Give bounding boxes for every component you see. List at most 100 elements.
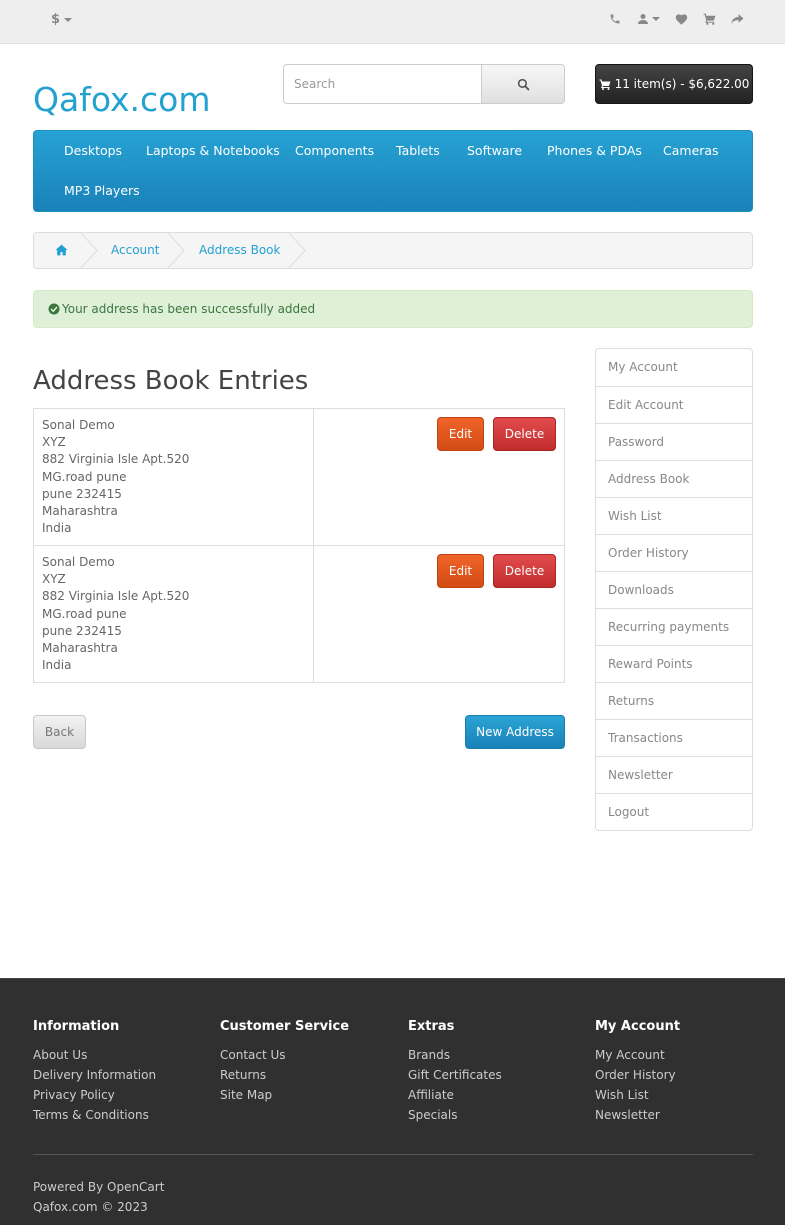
footer-link[interactable]: Newsletter: [595, 1105, 680, 1125]
search-button[interactable]: [481, 64, 565, 104]
address-line: India: [42, 658, 72, 673]
footer-column-information: Information About Us Delivery Informatio…: [33, 1019, 156, 1125]
footer-link[interactable]: Delivery Information: [33, 1065, 156, 1085]
footer-link[interactable]: Brands: [408, 1045, 502, 1065]
user-icon: [637, 14, 648, 24]
sidebar-item-newsletter[interactable]: Newsletter: [596, 756, 752, 793]
opencart-link[interactable]: OpenCart: [107, 1180, 164, 1194]
menu-item-software[interactable]: Software: [467, 143, 522, 158]
powered-by-text: Powered By: [33, 1180, 104, 1194]
address-line: MG.road pune: [42, 469, 127, 484]
copyright: Qafox.com © 2023: [33, 1200, 148, 1214]
sidebar-item-logout[interactable]: Logout: [596, 793, 752, 830]
address-row: Sonal Demo XYZ 882 Virginia Isle Apt.520…: [33, 408, 565, 546]
search-icon: [517, 78, 530, 91]
top-bar: $: [0, 0, 785, 44]
sidebar-item-returns[interactable]: Returns: [596, 682, 752, 719]
sidebar-item-edit-account[interactable]: Edit Account: [596, 386, 752, 423]
menu-item-components[interactable]: Components: [295, 143, 374, 158]
address-line: MG.road pune: [42, 606, 127, 621]
share-icon[interactable]: [729, 11, 745, 27]
currency-dropdown[interactable]: $: [51, 12, 73, 27]
caret-down-icon: [64, 17, 73, 22]
sidebar-item-address-book[interactable]: Address Book: [596, 460, 752, 497]
sidebar-item-my-account[interactable]: My Account: [596, 349, 752, 386]
footer-link[interactable]: Affiliate: [408, 1085, 502, 1105]
heart-icon[interactable]: [673, 11, 689, 27]
success-alert: Your address has been successfully added: [33, 290, 753, 328]
shopping-cart-icon: [599, 79, 611, 90]
address-line: 882 Virginia Isle Apt.520: [42, 589, 190, 604]
address-line: India: [42, 521, 72, 536]
address-line: XYZ: [42, 572, 66, 587]
cell-divider: [313, 546, 314, 682]
address-line: Maharashtra: [42, 504, 118, 519]
address-line: pune 232415: [42, 623, 122, 638]
sidebar-item-password[interactable]: Password: [596, 423, 752, 460]
account-sidebar: My Account Edit Account Password Address…: [595, 348, 753, 831]
address-line: Sonal Demo: [42, 418, 115, 432]
address-text: Sonal Demo XYZ 882 Virginia Isle Apt.520…: [42, 554, 189, 674]
footer-link[interactable]: My Account: [595, 1045, 680, 1065]
footer: Information About Us Delivery Informatio…: [0, 978, 785, 1225]
address-line: Maharashtra: [42, 641, 118, 656]
powered-by: Powered By OpenCart Qafox.com © 2023: [33, 1177, 164, 1217]
menu-item-desktops[interactable]: Desktops: [64, 143, 122, 158]
site-logo[interactable]: Qafox.com: [33, 80, 211, 119]
footer-link[interactable]: Contact Us: [220, 1045, 349, 1065]
my-account-dropdown[interactable]: [635, 11, 661, 27]
menu-item-cameras[interactable]: Cameras: [663, 143, 719, 158]
footer-heading: Extras: [408, 1019, 455, 1034]
cart-button[interactable]: 11 item(s) - $6,622.00: [595, 64, 753, 104]
edit-address-button[interactable]: Edit: [437, 417, 484, 451]
address-row: Sonal Demo XYZ 882 Virginia Isle Apt.520…: [33, 545, 565, 683]
address-line: Sonal Demo: [42, 555, 115, 569]
footer-link[interactable]: Specials: [408, 1105, 502, 1125]
footer-link[interactable]: About Us: [33, 1045, 156, 1065]
footer-link[interactable]: Gift Certificates: [408, 1065, 502, 1085]
footer-link[interactable]: Returns: [220, 1065, 349, 1085]
delete-address-button[interactable]: Delete: [493, 417, 556, 451]
footer-heading: Information: [33, 1019, 120, 1034]
main-menu: Desktops Laptops & Notebooks Components …: [33, 130, 753, 212]
currency-label: $: [51, 12, 61, 27]
footer-link[interactable]: Terms & Conditions: [33, 1105, 156, 1125]
delete-address-button[interactable]: Delete: [493, 554, 556, 588]
sidebar-item-recurring-payments[interactable]: Recurring payments: [596, 608, 752, 645]
breadcrumb-separator: [81, 233, 98, 268]
sidebar-item-reward-points[interactable]: Reward Points: [596, 645, 752, 682]
shopping-cart-icon[interactable]: [701, 11, 717, 27]
footer-column-customer-service: Customer Service Contact Us Returns Site…: [220, 1019, 349, 1105]
sidebar-item-downloads[interactable]: Downloads: [596, 571, 752, 608]
home-icon[interactable]: [55, 232, 68, 267]
caret-down-icon: [651, 17, 660, 21]
address-text: Sonal Demo XYZ 882 Virginia Isle Apt.520…: [42, 417, 189, 537]
footer-link[interactable]: Wish List: [595, 1085, 680, 1105]
back-button[interactable]: Back: [33, 715, 86, 749]
top-links: [607, 11, 745, 27]
footer-column-extras: Extras Brands Gift Certificates Affiliat…: [408, 1019, 502, 1125]
phone-icon[interactable]: [607, 11, 623, 27]
footer-divider: [33, 1154, 753, 1155]
edit-address-button[interactable]: Edit: [437, 554, 484, 588]
menu-item-laptops[interactable]: Laptops & Notebooks: [146, 143, 280, 158]
search-input[interactable]: [283, 64, 481, 104]
alert-text: Your address has been successfully added: [62, 302, 316, 316]
menu-item-phones[interactable]: Phones & PDAs: [547, 143, 642, 158]
sidebar-item-transactions[interactable]: Transactions: [596, 719, 752, 756]
address-line: 882 Virginia Isle Apt.520: [42, 452, 190, 467]
breadcrumb-account[interactable]: Account: [111, 233, 159, 268]
breadcrumb-address-book[interactable]: Address Book: [199, 233, 280, 268]
sidebar-item-wish-list[interactable]: Wish List: [596, 497, 752, 534]
new-address-button[interactable]: New Address: [465, 715, 565, 749]
menu-item-mp3[interactable]: MP3 Players: [64, 183, 140, 198]
address-line: XYZ: [42, 435, 66, 450]
menu-item-tablets[interactable]: Tablets: [396, 143, 440, 158]
sidebar-item-order-history[interactable]: Order History: [596, 534, 752, 571]
footer-link[interactable]: Order History: [595, 1065, 680, 1085]
footer-link[interactable]: Site Map: [220, 1085, 349, 1105]
footer-heading: Customer Service: [220, 1019, 350, 1034]
address-line: pune 232415: [42, 486, 122, 501]
footer-link[interactable]: Privacy Policy: [33, 1085, 156, 1105]
breadcrumb-separator: [168, 233, 185, 268]
